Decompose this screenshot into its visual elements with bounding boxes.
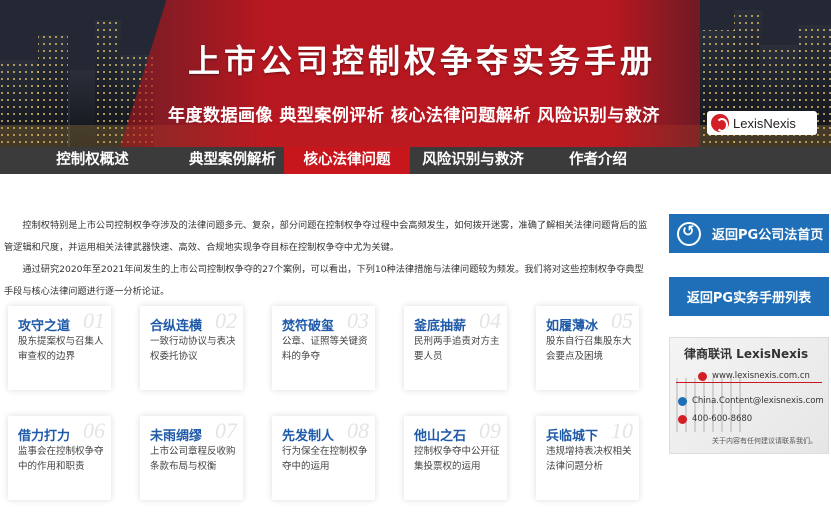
card-description: 民刑两手追责对方主要人员 [414,336,500,362]
card-number: 10 [611,418,633,443]
card-description: 违规增持表决权相关法律问题分析 [546,446,632,472]
intro-paragraph-2: 通过研究2020年至2021年间发生的上市公司控制权争夺的27个案例，可以看出，… [4,264,644,297]
topic-card[interactable]: 09 他山之石 控制权争夺中公开征集投票权的运用 [404,416,507,500]
topic-card[interactable]: 08 先发制人 行为保全在控制权争夺中的运用 [272,416,375,500]
back-to-pg-home-label: 返回PG公司法首页 [712,228,824,243]
topic-card[interactable]: 06 借力打力 监事会在控制权争夺中的作用和职责 [8,416,111,500]
card-number: 06 [83,418,105,443]
card-title: 他山之石 [414,429,467,444]
card-description: 监事会在控制权争夺中的作用和职责 [18,446,104,472]
phone-icon [678,414,687,424]
lexisnexis-logo-icon [711,114,729,132]
card-title: 借力打力 [18,429,71,444]
card-number: 05 [611,308,633,333]
return-icon [677,221,701,246]
ad-heading: 律商联讯 LexisNexis [684,347,809,361]
web-icon [698,371,707,381]
nav-item-overview[interactable]: 控制权概述 [0,147,185,174]
card-title: 釜底抽薪 [414,319,467,334]
nav-item-core-legal-issues[interactable]: 核心法律问题 [284,147,410,174]
email-icon [678,396,687,406]
topic-card[interactable]: 07 未雨绸缪 上市公司章程反收购条款布局与权衡 [140,416,243,500]
back-to-handbook-list-label: 返回PG实务手册列表 [686,291,812,306]
nav-item-risk-remedy[interactable]: 风险识别与救济 [412,147,534,174]
intro-paragraph-1: 控制权特别是上市公司控制权争夺涉及的法律问题多元、复杂，部分问题在控制权争夺过程… [4,220,648,253]
lexisnexis-logo: LexisNexis [707,111,817,135]
card-number: 03 [347,308,369,333]
topic-card[interactable]: 05 如履薄冰 股东自行召集股东大会要点及困境 [536,306,639,390]
ad-website: www.lexisnexis.com.cn [712,371,810,381]
card-title: 未雨绸缪 [150,429,203,444]
ad-phone: 400-600-8680 [692,414,753,424]
card-description: 上市公司章程反收购条款布局与权衡 [150,446,236,472]
card-description: 行为保全在控制权争夺中的运用 [282,446,368,472]
card-number: 04 [479,308,501,333]
card-description: 一致行动协议与表决权委托协议 [150,336,236,362]
ad-email: China.Content@lexisnexis.com [692,396,824,406]
card-number: 07 [215,418,237,443]
nav-item-cases[interactable]: 典型案例解析 [185,147,280,174]
ad-phone-row: 400-600-8680 [678,414,752,424]
logo-text: LexisNexis [733,115,796,131]
ad-website-row: www.lexisnexis.com.cn [676,371,822,383]
card-title: 先发制人 [282,429,335,444]
page-title: 上市公司控制权争夺实务手册 [188,42,657,80]
page-subtitle: 年度数据画像 典型案例评析 核心法律问题解析 风险识别与救济 [168,106,660,126]
back-to-handbook-list-button[interactable]: 返回PG实务手册列表 [669,277,829,316]
topic-card[interactable]: 04 釜底抽薪 民刑两手追责对方主要人员 [404,306,507,390]
card-number: 08 [347,418,369,443]
card-description: 股东提案权与召集人审查权的边界 [18,336,104,362]
card-title: 如履薄冰 [546,319,599,334]
card-number: 01 [83,308,105,333]
topic-card[interactable]: 03 焚符破玺 公章、证照等关键资料的争夺 [272,306,375,390]
card-description: 控制权争夺中公开征集投票权的运用 [414,446,500,472]
card-title: 焚符破玺 [282,319,335,334]
lexisnexis-contact-ad[interactable]: 律商联讯 LexisNexis www.lexisnexis.com.cn Ch… [669,337,829,454]
card-title: 兵临城下 [546,429,599,444]
card-title: 攻守之道 [18,319,71,334]
intro-text: 控制权特别是上市公司控制权争夺涉及的法律问题多元、复杂，部分问题在控制权争夺过程… [4,215,652,303]
main-nav: 控制权概述 典型案例解析 核心法律问题 风险识别与救济 作者介绍 [0,147,831,174]
topic-card[interactable]: 01 攻守之道 股东提案权与召集人审查权的边界 [8,306,111,390]
nav-item-authors[interactable]: 作者介绍 [544,147,652,174]
topic-card[interactable]: 02 合纵连横 一致行动协议与表决权委托协议 [140,306,243,390]
card-number: 02 [215,308,237,333]
card-title: 合纵连横 [150,319,203,334]
ad-email-row: China.Content@lexisnexis.com [678,396,824,406]
ad-footer: 关于内容有任何建议请联系我们。 [712,437,817,445]
header-banner: 上市公司控制权争夺实务手册 年度数据画像 典型案例评析 核心法律问题解析 风险识… [0,0,831,147]
card-description: 公章、证照等关键资料的争夺 [282,336,368,362]
card-number: 09 [479,418,501,443]
back-to-pg-home-button[interactable]: 返回PG公司法首页 [669,214,829,253]
card-description: 股东自行召集股东大会要点及困境 [546,336,632,362]
topic-card[interactable]: 10 兵临城下 违规增持表决权相关法律问题分析 [536,416,639,500]
